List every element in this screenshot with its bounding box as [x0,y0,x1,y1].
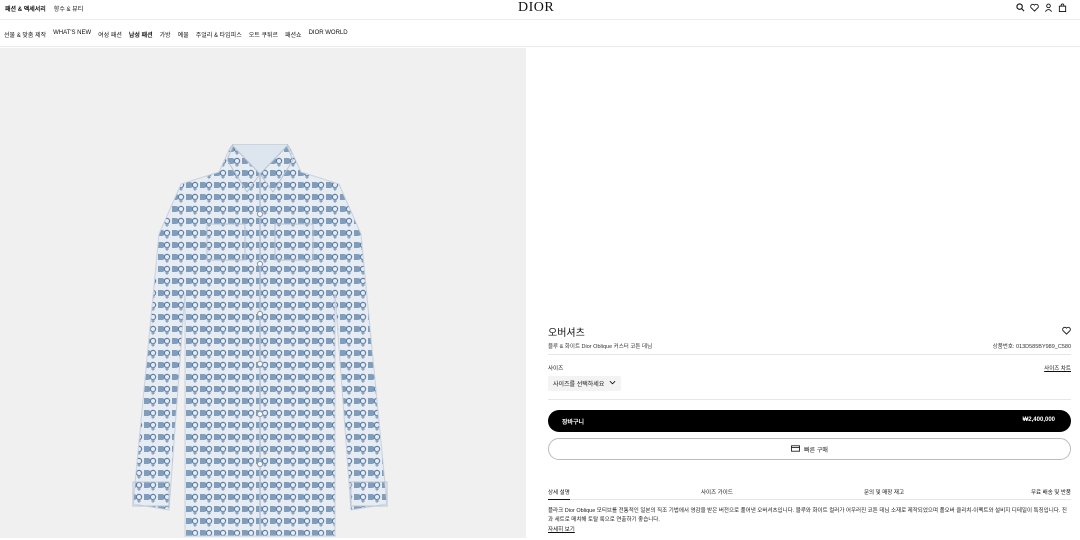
tab-size-guide[interactable]: 사이즈 가이드 [701,488,733,496]
nav-item-gifts[interactable]: 선물 & 맞춤 제작 [4,30,46,39]
nav-item-jewelry[interactable]: 주얼리 & 타임피스 [196,30,242,39]
size-select[interactable]: 사이즈를 선택하세요 [548,376,622,391]
card-icon [791,444,801,454]
top-link-beauty[interactable]: 향수 & 뷰티 [54,4,83,13]
product-details: 오버셔츠 블루 & 화이트 Dior Oblique 커스터 코튼 데님 상품번… [527,48,1080,538]
heart-icon[interactable] [1030,3,1039,12]
chevron-down-icon [609,380,616,387]
read-more-link[interactable]: 자세히 보기 [548,525,575,533]
info-tabs: 상세 설명 사이즈 가이드 문의 및 매장 재고 무료 배송 및 반품 [548,488,1071,500]
divider [548,354,1071,355]
tab-details[interactable]: 상세 설명 [548,488,570,500]
add-to-cart-label: 장바구니 [562,420,585,426]
add-to-cart-button[interactable]: 장바구니 ₩2,400,000 [548,410,1071,432]
product-image [129,143,391,538]
product-price: ₩2,400,000 [1022,417,1055,423]
wishlist-heart-icon[interactable] [1062,326,1071,335]
product-image-panel[interactable] [0,48,526,538]
product-sku: 상품번호: 013D585BY989_C580 [992,344,1071,350]
nav-item-bags[interactable]: 가방 [160,30,171,39]
product-subtitle: 블루 & 화이트 Dior Oblique 커스터 코튼 데님 [548,344,653,350]
search-icon[interactable] [1016,3,1025,12]
quick-buy-label: 빠른 구매 [804,447,828,454]
size-label: 사이즈 [548,366,564,372]
nav-item-bridal[interactable]: 예물 [178,30,189,39]
size-chart-link[interactable]: 사이즈 차트 [1044,364,1071,372]
nav-item-haute-couture[interactable]: 오트 쿠튀르 [249,30,278,39]
nav-item-whats-new[interactable]: WHAT'S NEW [53,30,91,39]
product-title: 오버셔츠 [548,328,585,339]
bag-icon[interactable] [1058,3,1067,13]
nav-item-fashion-show[interactable]: 패션쇼 [285,30,302,39]
main-nav: 선물 & 맞춤 제작 WHAT'S NEW 여성 패션 남성 패션 가방 예물 … [0,21,1080,47]
user-icon[interactable] [1044,3,1053,12]
top-link-fashion[interactable]: 패션 & 액세서리 [5,4,46,13]
quick-buy-button[interactable]: 빠른 구매 [548,438,1071,460]
nav-item-women[interactable]: 여성 패션 [98,30,122,39]
top-bar: 패션 & 액세서리 향수 & 뷰티 DIOR [0,0,1080,20]
tab-shipping-returns[interactable]: 무료 배송 및 반품 [1031,488,1071,496]
nav-item-dior-world[interactable]: DIOR WORLD [309,30,348,39]
header-icons [1016,3,1067,13]
top-links: 패션 & 액세서리 향수 & 뷰티 [5,4,83,13]
product-description: 플라크 Dior Oblique 모티브를 전통적인 일본의 직조 기법에서 영… [548,508,1067,523]
dior-logo[interactable]: DIOR [518,0,554,16]
divider [548,399,1071,400]
size-select-value: 사이즈를 선택하세요 [553,382,605,388]
tab-store-stock[interactable]: 문의 및 매장 재고 [864,488,904,496]
nav-item-men[interactable]: 남성 패션 [129,30,153,39]
